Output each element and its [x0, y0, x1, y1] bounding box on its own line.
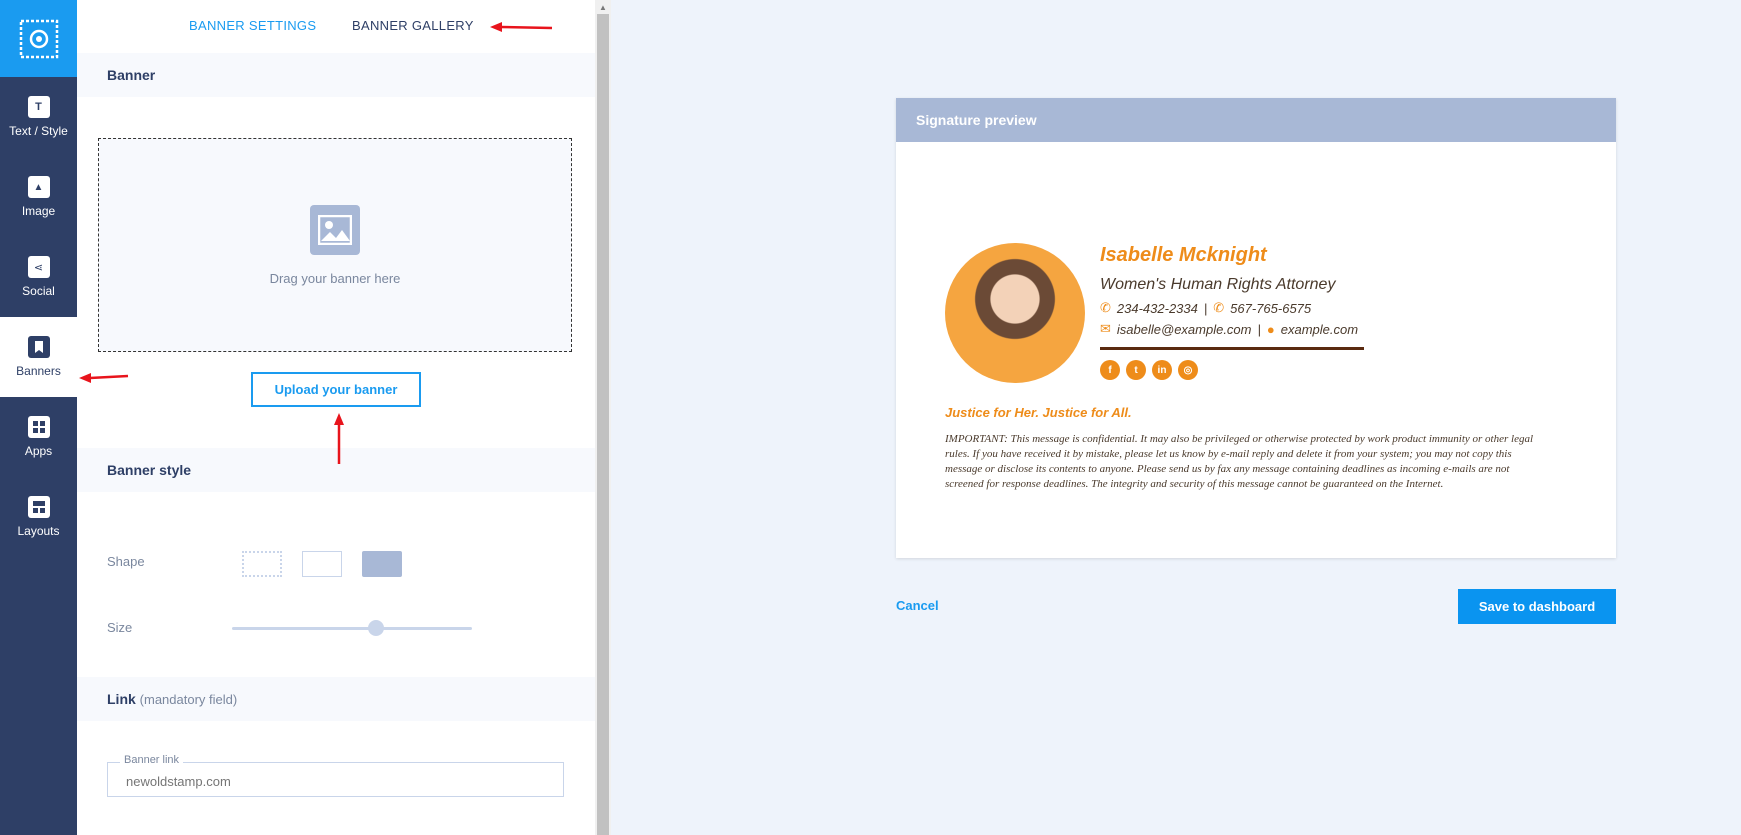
banner-link-label: Banner link [120, 754, 184, 766]
share-icon: ⋖ [27, 256, 50, 278]
signature-name: Isabelle Mcknight [1100, 244, 1267, 266]
mandatory-note: (mandatory field) [139, 692, 238, 707]
separator: | [1203, 300, 1208, 316]
size-slider-handle[interactable] [368, 620, 384, 636]
preview-title: Signature preview [896, 98, 1616, 142]
envelope-icon: ✉ [1100, 321, 1111, 336]
phone-1[interactable]: 234-432-2334 [1117, 301, 1198, 316]
sidebar-item-label: Layouts [17, 524, 60, 538]
phone-icon: ✆ [1100, 300, 1111, 315]
email-link[interactable]: isabelle@example.com [1117, 322, 1252, 337]
banner-link-field[interactable]: Banner link [107, 754, 564, 797]
shape-option-dotted[interactable] [242, 551, 282, 577]
scrollbar-thumb[interactable] [597, 14, 609, 835]
shape-label: Shape [107, 554, 145, 569]
sidebar-item-label: Social [22, 284, 55, 298]
bookmark-icon [27, 336, 50, 358]
sidebar-item-banners[interactable]: Banners [0, 317, 77, 397]
banner-dropzone[interactable]: Drag your banner here [98, 138, 572, 352]
sidebar-item-layouts[interactable]: Layouts [0, 477, 77, 557]
link-heading: Link [107, 691, 136, 707]
separator: | [1257, 321, 1261, 337]
dropzone-text: Drag your banner here [269, 270, 401, 286]
banner-link-input[interactable] [124, 773, 528, 790]
facebook-icon[interactable]: f [1100, 360, 1120, 380]
signature-tagline: Justice for Her. Justice for All. [945, 405, 1132, 420]
globe-icon: ● [1266, 321, 1275, 337]
sidebar-item-label: Apps [24, 444, 53, 458]
tab-banner-settings[interactable]: BANNER SETTINGS [189, 18, 316, 33]
annotation-arrow-upload [334, 413, 344, 464]
layout-icon [27, 496, 50, 518]
website-link[interactable]: example.com [1281, 322, 1358, 337]
tab-banner-gallery[interactable]: BANNER GALLERY [352, 18, 474, 33]
size-slider[interactable] [232, 620, 472, 636]
sidebar-item-image[interactable]: ▲ Image [0, 157, 77, 237]
sidebar: T Text / Style ▲ Image ⋖ Social Banners … [0, 0, 77, 835]
signature-preview-card: Signature preview Isabelle Mcknight Wome… [896, 98, 1616, 558]
scroll-up-icon[interactable]: ▲ [599, 3, 607, 12]
annotation-arrow-banners [79, 373, 129, 383]
sidebar-item-label: Banners [16, 364, 61, 378]
shape-option-outlined[interactable] [302, 551, 342, 577]
size-label: Size [107, 620, 133, 635]
cancel-button[interactable]: Cancel [896, 598, 939, 613]
save-to-dashboard-button[interactable]: Save to dashboard [1458, 589, 1616, 624]
app-logo[interactable] [0, 0, 77, 77]
link-section-heading: Link (mandatory field) [77, 677, 595, 721]
sidebar-item-social[interactable]: ⋖ Social [0, 237, 77, 317]
sidebar-item-apps[interactable]: Apps [0, 397, 77, 477]
shape-option-filled[interactable] [362, 551, 402, 577]
banner-section-heading: Banner [77, 53, 595, 97]
signature-divider [1100, 347, 1364, 350]
image-icon: ▲ [27, 176, 50, 198]
sidebar-item-label: Text / Style [9, 124, 68, 138]
upload-banner-button[interactable]: Upload your banner [251, 372, 421, 407]
phone-2[interactable]: 567-765-6575 [1230, 301, 1311, 316]
signature-contacts: ✉ isabelle@example.com | ● example.com [1100, 321, 1358, 337]
apps-grid-icon [27, 416, 50, 438]
phone-icon: ✆ [1213, 300, 1225, 315]
logo-icon [19, 19, 58, 58]
sidebar-item-text-style[interactable]: T Text / Style [0, 77, 77, 157]
signature-disclaimer: IMPORTANT: This message is confidential.… [945, 433, 1534, 490]
signature-job-title: Women's Human Rights Attorney [1100, 276, 1336, 293]
avatar-photo [945, 243, 1085, 383]
twitter-icon[interactable]: t [1126, 360, 1146, 380]
instagram-icon[interactable]: ◎ [1178, 360, 1198, 380]
text-style-icon: T [27, 96, 50, 118]
linkedin-icon[interactable]: in [1152, 360, 1172, 380]
sidebar-item-label: Image [21, 204, 56, 218]
image-placeholder-icon [310, 204, 360, 255]
signature-phones: ✆ 234-432-2334 | ✆ 567-765-6575 [1100, 300, 1311, 316]
panel-scrollbar[interactable]: ▲ [595, 0, 611, 835]
annotation-arrow-gallery [490, 22, 553, 32]
